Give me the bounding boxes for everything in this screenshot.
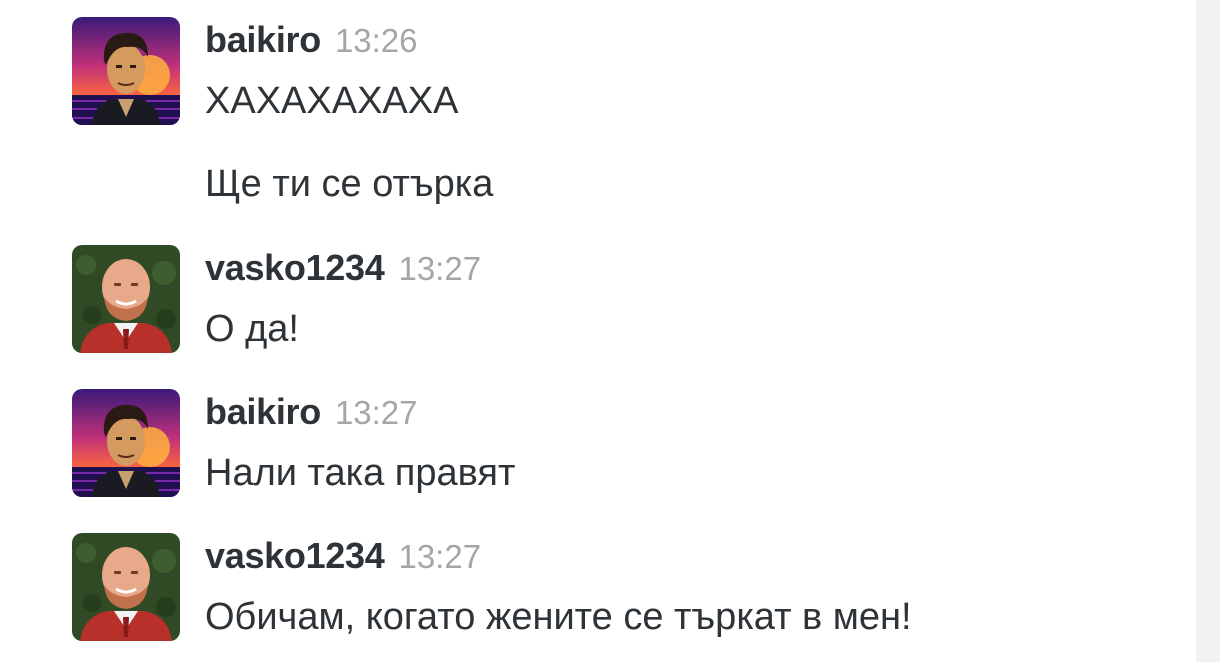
message-text: Нали така правят xyxy=(205,452,516,494)
avatar[interactable] xyxy=(72,17,180,125)
synthwave-man-avatar xyxy=(72,17,180,125)
message-text: Обичам, когато жените се търкат в мен! xyxy=(205,596,912,638)
message: baikiro 13:27 Нали така правят xyxy=(72,389,515,497)
timestamp: 13:27 xyxy=(334,394,418,431)
username[interactable]: vasko1234 xyxy=(205,247,385,289)
timestamp: 13:27 xyxy=(398,538,482,575)
avatar[interactable] xyxy=(72,389,180,497)
chat-messages: baikiro 13:26 ХАХАХАХАХА Ще ти се отърка xyxy=(0,0,1196,662)
bald-bearded-man-avatar xyxy=(72,245,180,353)
timestamp: 13:26 xyxy=(334,22,418,59)
message: vasko1234 13:27 Обичам, когато жените се… xyxy=(72,533,912,641)
username[interactable]: vasko1234 xyxy=(205,535,385,577)
timestamp: 13:27 xyxy=(398,250,482,287)
synthwave-man-avatar xyxy=(72,389,180,497)
message-text: ХАХАХАХАХА xyxy=(205,80,459,122)
avatar[interactable] xyxy=(72,533,180,641)
username[interactable]: baikiro xyxy=(205,19,321,61)
message: baikiro 13:26 ХАХАХАХАХА xyxy=(72,17,458,125)
message-text-continuation: Ще ти се отърка xyxy=(205,163,494,205)
message: vasko1234 13:27 О да! xyxy=(72,245,481,353)
scrollbar-track[interactable] xyxy=(1196,0,1220,662)
avatar[interactable] xyxy=(72,245,180,353)
username[interactable]: baikiro xyxy=(205,391,321,433)
message-text: О да! xyxy=(205,308,299,350)
bald-bearded-man-avatar xyxy=(72,533,180,641)
